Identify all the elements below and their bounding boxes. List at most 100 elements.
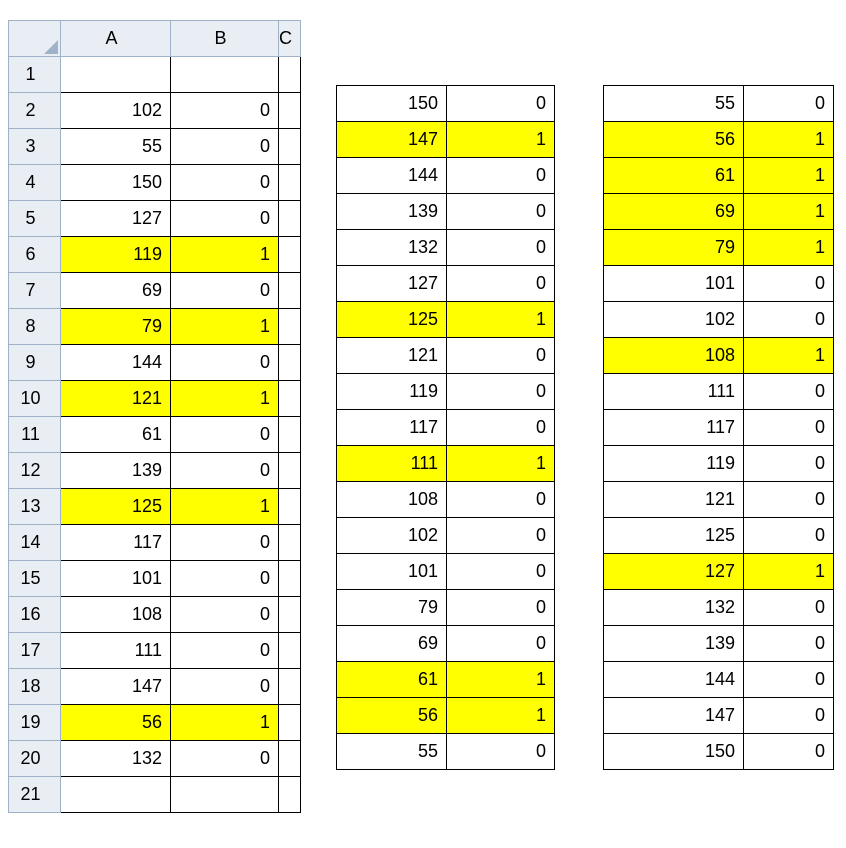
cell[interactable]: 0	[171, 597, 279, 633]
cell[interactable]: 139	[61, 453, 171, 489]
cell[interactable]: 0	[447, 410, 555, 446]
cell[interactable]: 0	[447, 338, 555, 374]
row-header[interactable]: 19	[9, 705, 61, 741]
cell[interactable]: 0	[171, 93, 279, 129]
cell[interactable]	[279, 273, 301, 309]
cell[interactable]	[279, 57, 301, 93]
cell[interactable]	[279, 561, 301, 597]
cell[interactable]: 150	[337, 86, 447, 122]
cell[interactable]: 111	[604, 374, 744, 410]
cell[interactable]: 147	[604, 698, 744, 734]
row-header[interactable]: 21	[9, 777, 61, 813]
row-header[interactable]: 11	[9, 417, 61, 453]
row-header[interactable]: 20	[9, 741, 61, 777]
cell[interactable]: 0	[171, 741, 279, 777]
cell[interactable]: 79	[337, 590, 447, 626]
select-all-corner[interactable]	[9, 21, 61, 57]
cell[interactable]: 1	[744, 230, 834, 266]
cell[interactable]: 0	[447, 734, 555, 770]
cell[interactable]: 132	[61, 741, 171, 777]
cell[interactable]: 0	[744, 518, 834, 554]
row-header[interactable]: 9	[9, 345, 61, 381]
cell[interactable]: 132	[604, 590, 744, 626]
cell[interactable]: 125	[61, 489, 171, 525]
cell[interactable]: 125	[337, 302, 447, 338]
cell[interactable]: 56	[61, 705, 171, 741]
cell[interactable]: 1	[744, 194, 834, 230]
cell[interactable]: 69	[337, 626, 447, 662]
cell[interactable]: 1	[744, 122, 834, 158]
cell[interactable]: 1	[744, 338, 834, 374]
row-header[interactable]: 4	[9, 165, 61, 201]
row-header[interactable]: 6	[9, 237, 61, 273]
cell[interactable]: 127	[337, 266, 447, 302]
cell[interactable]: 0	[447, 482, 555, 518]
cell[interactable]: 119	[61, 237, 171, 273]
cell[interactable]: 127	[604, 554, 744, 590]
cell[interactable]	[171, 57, 279, 93]
cell[interactable]: 0	[171, 201, 279, 237]
cell[interactable]	[279, 453, 301, 489]
row-header[interactable]: 7	[9, 273, 61, 309]
cell[interactable]: 0	[171, 417, 279, 453]
cell[interactable]: 0	[744, 662, 834, 698]
cell[interactable]: 1	[171, 705, 279, 741]
cell[interactable]: 0	[171, 633, 279, 669]
cell[interactable]: 1	[171, 381, 279, 417]
cell[interactable]: 121	[61, 381, 171, 417]
cell[interactable]: 61	[604, 158, 744, 194]
row-header[interactable]: 15	[9, 561, 61, 597]
cell[interactable]: 0	[447, 626, 555, 662]
cell[interactable]	[279, 633, 301, 669]
cell[interactable]: 150	[604, 734, 744, 770]
cell[interactable]: 139	[604, 626, 744, 662]
cell[interactable]: 0	[447, 194, 555, 230]
cell[interactable]: 111	[337, 446, 447, 482]
cell[interactable]: 0	[447, 554, 555, 590]
cell[interactable]: 0	[447, 590, 555, 626]
cell[interactable]: 101	[337, 554, 447, 590]
cell[interactable]: 79	[61, 309, 171, 345]
cell[interactable]: 132	[337, 230, 447, 266]
cell[interactable]: 0	[447, 266, 555, 302]
cell[interactable]: 127	[61, 201, 171, 237]
col-header-b[interactable]: B	[171, 21, 279, 57]
cell[interactable]: 79	[604, 230, 744, 266]
cell[interactable]: 117	[61, 525, 171, 561]
cell[interactable]	[279, 165, 301, 201]
cell[interactable]	[279, 381, 301, 417]
cell[interactable]: 0	[171, 525, 279, 561]
cell[interactable]: 0	[447, 158, 555, 194]
row-header[interactable]: 18	[9, 669, 61, 705]
cell[interactable]: 117	[337, 410, 447, 446]
cell[interactable]: 1	[447, 446, 555, 482]
cell[interactable]: 102	[337, 518, 447, 554]
spreadsheet-table-1[interactable]: A B C 1210203550415005127061191769087919…	[8, 20, 301, 813]
cell[interactable]: 55	[61, 129, 171, 165]
cell[interactable]: 121	[604, 482, 744, 518]
cell[interactable]: 102	[61, 93, 171, 129]
cell[interactable]	[61, 777, 171, 813]
cell[interactable]: 1	[447, 662, 555, 698]
cell[interactable]: 101	[604, 266, 744, 302]
cell[interactable]: 147	[61, 669, 171, 705]
cell[interactable]: 55	[337, 734, 447, 770]
cell[interactable]: 1	[744, 554, 834, 590]
cell[interactable]: 121	[337, 338, 447, 374]
row-header[interactable]: 1	[9, 57, 61, 93]
cell[interactable]: 139	[337, 194, 447, 230]
cell[interactable]: 61	[337, 662, 447, 698]
cell[interactable]: 1	[171, 309, 279, 345]
cell[interactable]	[279, 345, 301, 381]
row-header[interactable]: 17	[9, 633, 61, 669]
row-header[interactable]: 2	[9, 93, 61, 129]
cell[interactable]: 111	[61, 633, 171, 669]
cell[interactable]	[279, 705, 301, 741]
cell[interactable]: 1	[447, 122, 555, 158]
cell[interactable]: 69	[604, 194, 744, 230]
cell[interactable]: 0	[744, 626, 834, 662]
cell[interactable]: 0	[744, 302, 834, 338]
cell[interactable]: 0	[744, 590, 834, 626]
cell[interactable]: 0	[744, 266, 834, 302]
cell[interactable]: 119	[604, 446, 744, 482]
